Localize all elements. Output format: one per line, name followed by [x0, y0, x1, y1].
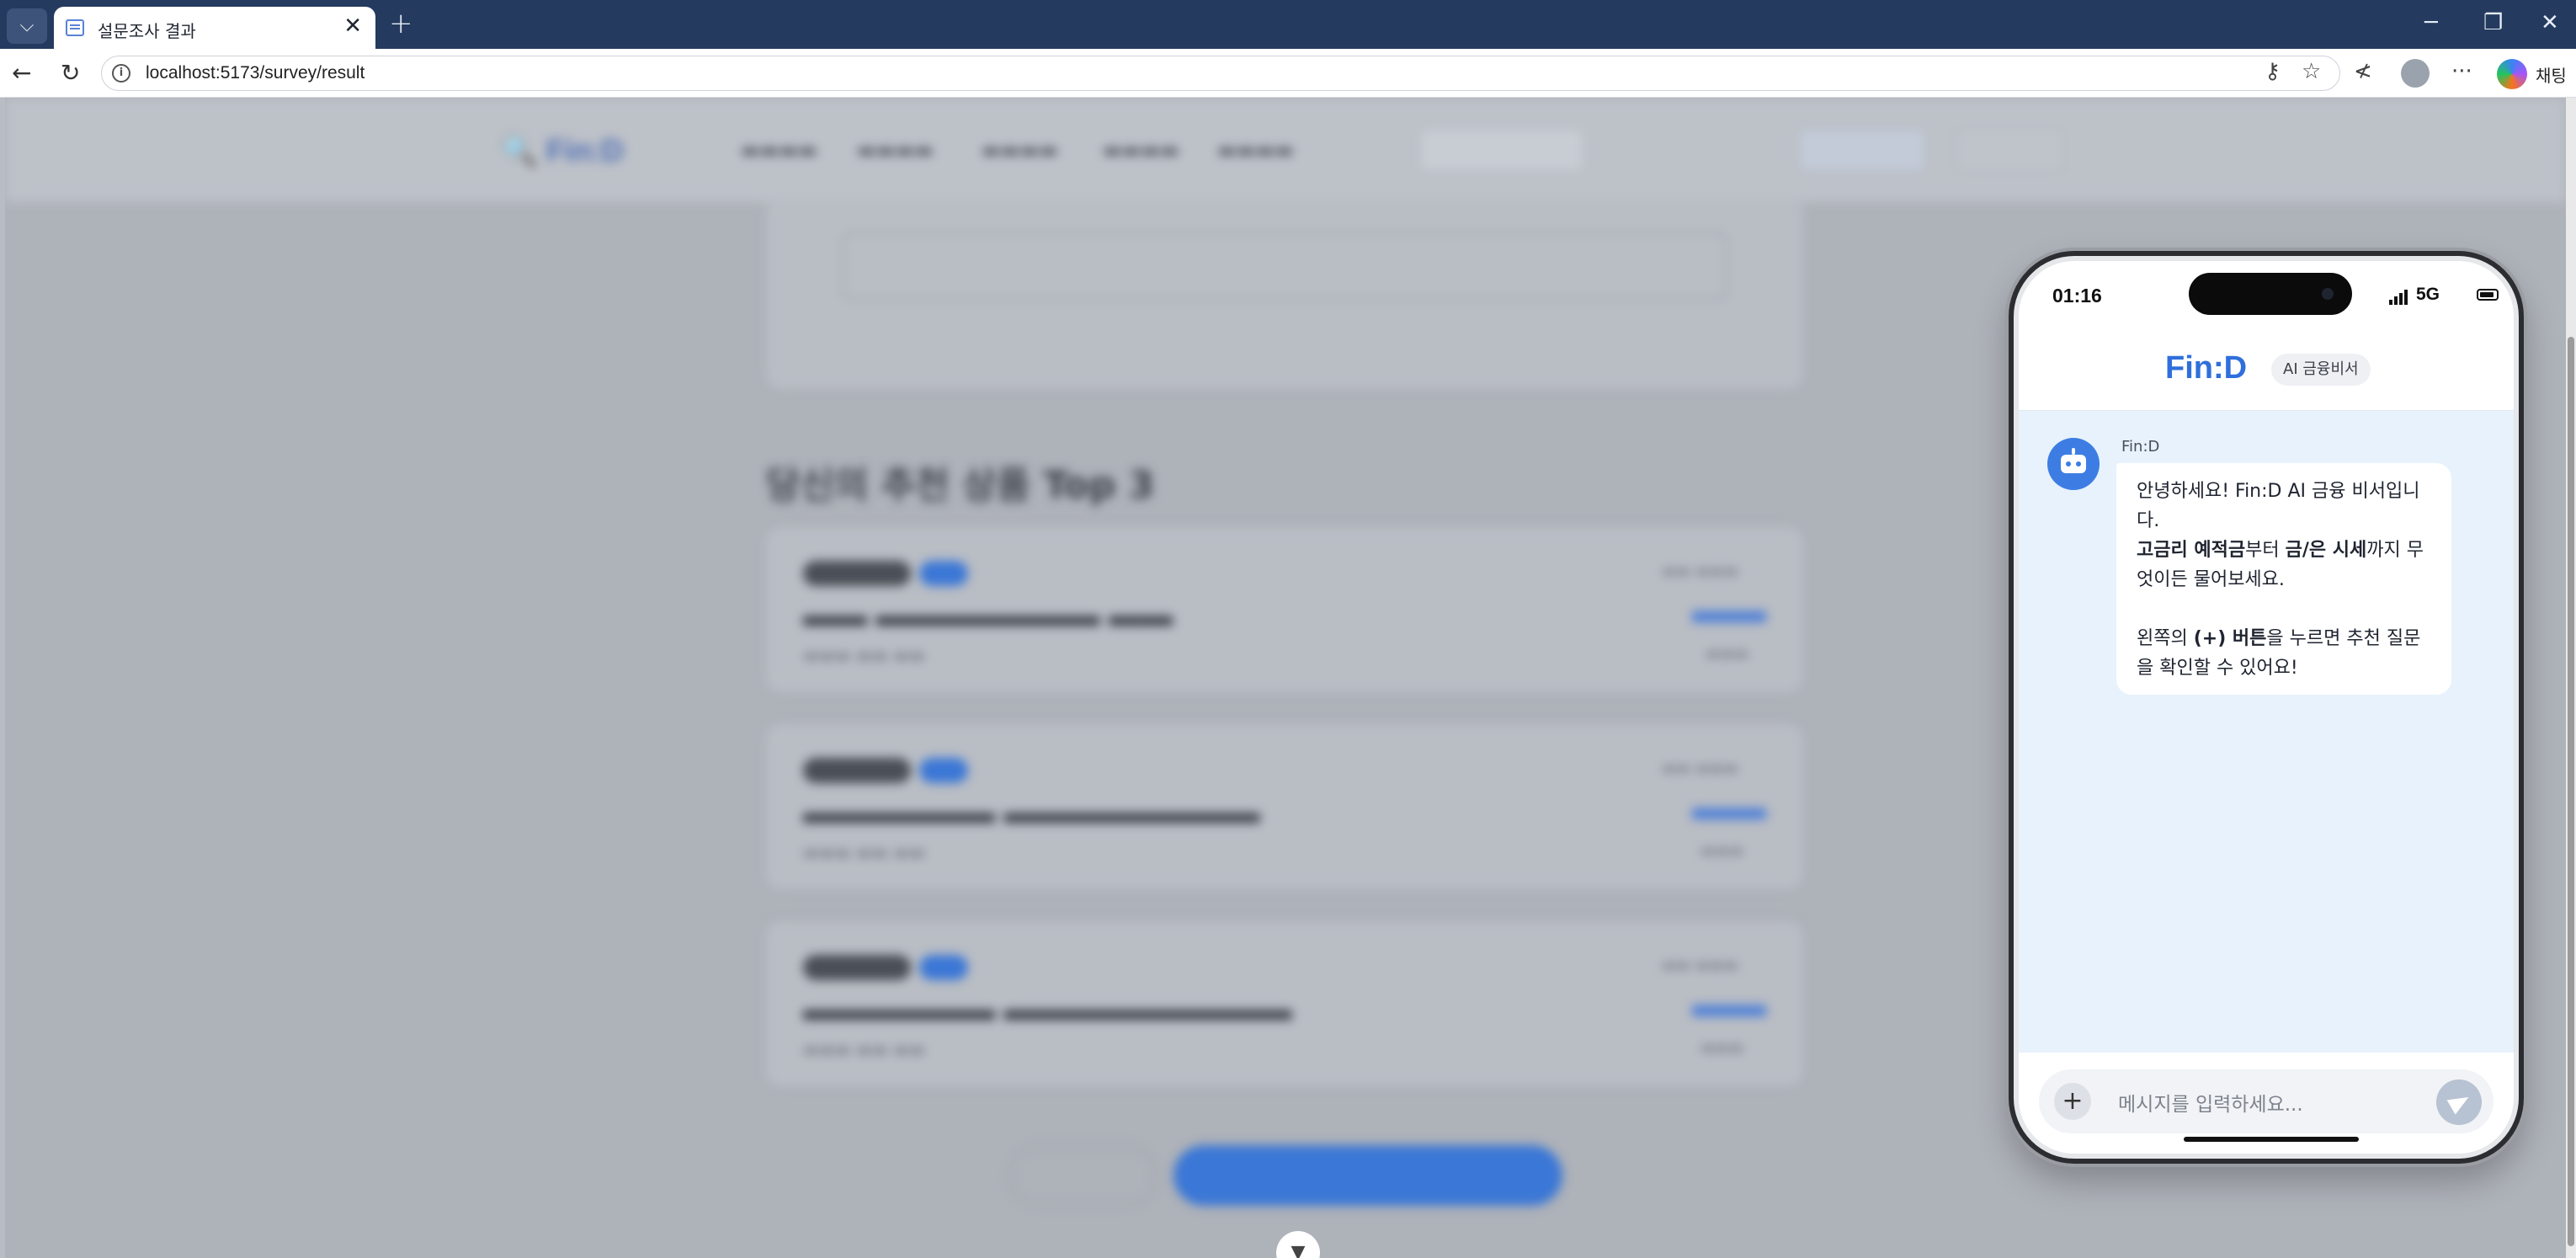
- header-button: [1798, 128, 1926, 172]
- phone-chat-widget: 01:16 5G Fin:D AI 금융비서 Fin:D 안녕하세요! Fin:…: [2009, 251, 2524, 1164]
- more-icon[interactable]: ···: [2451, 59, 2472, 84]
- message-bold: 금/은 시세: [2285, 540, 2367, 561]
- message-text: 부터: [2245, 540, 2286, 561]
- site-nav-item: ▬▬▬▬: [857, 138, 934, 162]
- restore-icon[interactable]: ❐: [2483, 10, 2503, 35]
- status-time: 01:16: [2052, 285, 2102, 307]
- new-tab-button[interactable]: +: [389, 7, 413, 40]
- message-text: 왼쪽의: [2137, 628, 2194, 649]
- star-icon[interactable]: ☆: [2302, 59, 2321, 84]
- tab-menu-icon[interactable]: ⌵: [7, 8, 47, 44]
- product-card: ▬▬ ▬▬▬▬▬▬▬ ▬▬ ▬▬▬ ▬▬ ▬▬ ▬▬ ▬▬▬ ▬▬ ▬▬▬: [766, 527, 1803, 692]
- chat-input-area: + 메시지를 입력하세요...: [2019, 1053, 2514, 1154]
- header-button: [1955, 128, 2064, 172]
- favorites-icon[interactable]: ≮: [2354, 59, 2372, 84]
- robot-icon: [2047, 438, 2100, 490]
- signal-icon: [2389, 288, 2413, 305]
- bot-message-bubble: 안녕하세요! Fin:D AI 금융 비서입니다. 고금리 예적금부터 금/은 …: [2116, 463, 2451, 695]
- tab-close-icon[interactable]: ✕: [343, 13, 362, 39]
- site-nav-item: ▬▬▬▬: [1103, 138, 1179, 162]
- message-line: 안녕하세요! Fin:D AI 금융 비서입니다.: [2137, 481, 2420, 531]
- secondary-button: [1009, 1145, 1157, 1206]
- camera-dot: [2322, 288, 2334, 300]
- url-text: localhost:5173/survey/result: [146, 63, 365, 83]
- send-icon[interactable]: [2436, 1079, 2482, 1125]
- site-nav-item: ▬▬▬▬: [982, 138, 1058, 162]
- address-bar: ← ↻ i localhost:5173/survey/result ⚷ ☆ ≮…: [0, 49, 2576, 98]
- sidebar-chat-label[interactable]: 채팅: [2536, 62, 2567, 87]
- chat-input-box: + 메시지를 입력하세요...: [2039, 1069, 2494, 1133]
- message-input[interactable]: 메시지를 입력하세요...: [2118, 1088, 2303, 1117]
- chat-brand-badge: AI 금융비서: [2271, 354, 2371, 386]
- site-nav-item: ▬▬▬▬: [741, 138, 817, 162]
- message-bold: 고금리 예적금: [2137, 540, 2246, 561]
- phone-status-bar: 01:16 5G: [2019, 261, 2514, 332]
- tab-survey-result[interactable]: 설문조사 결과 ✕: [54, 7, 375, 49]
- plus-icon[interactable]: +: [2054, 1083, 2091, 1120]
- phone-screen: 01:16 5G Fin:D AI 금융비서 Fin:D 안녕하세요! Fin:…: [2019, 261, 2514, 1154]
- recommendation-section-title: 당신의 추천 상품 Top 3: [766, 464, 1155, 507]
- header-search: [1419, 128, 1584, 172]
- copilot-icon[interactable]: [2497, 59, 2527, 89]
- battery-icon: [2477, 289, 2499, 301]
- network-label: 5G: [2416, 285, 2440, 304]
- page-favicon-icon: [66, 19, 84, 36]
- product-card: ▬▬▬▬▬▬ ▬▬▬▬▬▬▬▬ ▬▬▬ ▬▬ ▬▬ ▬▬ ▬▬▬ ▬▬ ▬▬▬: [766, 724, 1803, 889]
- summary-card: [766, 199, 1803, 389]
- site-nav-item: ▬▬▬▬: [1217, 138, 1294, 162]
- home-indicator: [2184, 1137, 2359, 1142]
- chat-header: Fin:D AI 금융비서: [2019, 332, 2514, 411]
- key-icon[interactable]: ⚷: [2265, 59, 2281, 84]
- info-icon[interactable]: i: [112, 64, 130, 83]
- message-bold: (+) 버튼: [2193, 628, 2267, 649]
- close-window-icon[interactable]: ✕: [2541, 10, 2559, 35]
- browser-tab-bar: ⌵ 설문조사 결과 ✕ + ─ ❐ ✕: [0, 0, 2576, 49]
- site-header: 🔍 Fin:D ▬▬▬▬ ▬▬▬▬ ▬▬▬▬ ▬▬▬▬ ▬▬▬▬: [5, 98, 2566, 202]
- primary-button: [1174, 1145, 1562, 1206]
- scrollbar-thumb[interactable]: [2568, 337, 2574, 1246]
- site-logo: 🔍 Fin:D: [500, 133, 624, 168]
- minimize-icon[interactable]: ─: [2424, 10, 2438, 35]
- url-field[interactable]: i localhost:5173/survey/result: [101, 56, 2340, 91]
- chat-messages: Fin:D 안녕하세요! Fin:D AI 금융 비서입니다. 고금리 예적금부…: [2019, 411, 2514, 1053]
- tab-title: 설문조사 결과: [98, 21, 196, 41]
- chat-brand-logo: Fin:D: [2165, 350, 2248, 386]
- profile-icon[interactable]: [2401, 59, 2430, 88]
- bot-name: Fin:D: [2121, 438, 2160, 456]
- refresh-icon[interactable]: ↻: [61, 59, 80, 87]
- product-card: ▬▬▬▬▬▬ ▬▬▬▬▬▬▬▬▬ ▬▬▬ ▬▬ ▬▬ ▬▬ ▬▬▬ ▬▬ ▬▬▬: [766, 921, 1803, 1086]
- header-user: [1610, 128, 1773, 172]
- back-icon[interactable]: ←: [12, 59, 31, 87]
